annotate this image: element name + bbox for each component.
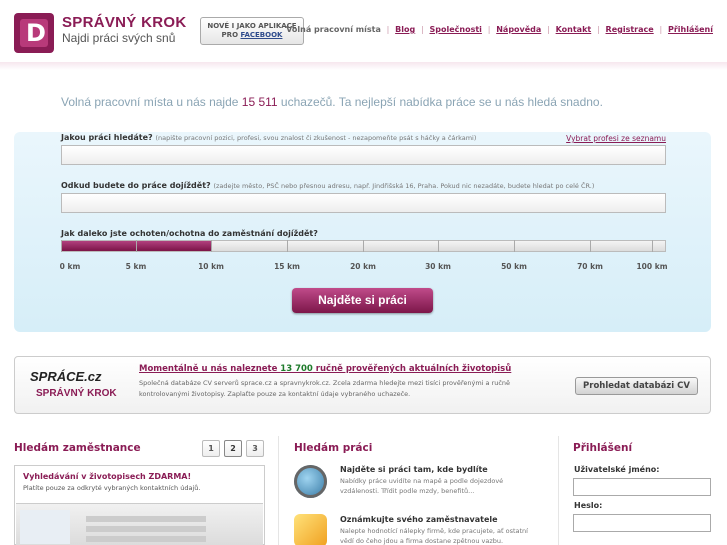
- page-button-1[interactable]: 1: [202, 440, 220, 457]
- distance-tick-label[interactable]: 30 km: [425, 262, 451, 271]
- distance-tick-mark: [287, 240, 288, 252]
- job-feature-text: Nabídky práce uvidíte na mapě a podle do…: [340, 477, 504, 495]
- distance-tick-mark: [590, 240, 591, 252]
- nav-item-blog[interactable]: Blog: [395, 25, 415, 34]
- nav-separator: |: [386, 25, 390, 34]
- distance-label: Jak daleko jste ochoten/ochotna do zaměs…: [61, 229, 318, 238]
- employer-promo-text: Platíte pouze za odkryté vybraných konta…: [23, 484, 201, 492]
- sprace-logo: SPRÁCE.cz: [30, 369, 102, 384]
- headline-text-end: uchazečů. Ta nejlepší nabídka práce se u…: [277, 95, 603, 109]
- nav-item-help[interactable]: Nápověda: [496, 25, 541, 34]
- search-cv-button[interactable]: Prohledat databázi CV: [575, 377, 698, 395]
- cv-description: Společná databáze CV serverů sprace.cz a…: [139, 379, 511, 398]
- job-input[interactable]: [61, 145, 666, 165]
- fb-badge-line2: PRO: [221, 31, 239, 39]
- cv-count: 13 700: [280, 364, 313, 374]
- password-label: Heslo:: [574, 501, 603, 510]
- job-hint: (napište pracovní pozici, profesi, svou …: [155, 134, 477, 142]
- page: D SPRÁVNÝ KROK Najdi práci svých snů NOV…: [0, 0, 727, 545]
- page-button-3[interactable]: 3: [246, 440, 264, 457]
- page-button-2[interactable]: 2: [224, 440, 242, 457]
- location-input[interactable]: [61, 193, 666, 213]
- distance-tick-mark: [136, 240, 137, 252]
- nav-item-vacancies[interactable]: Volná pracovní místa: [286, 25, 381, 34]
- nav-item-register[interactable]: Registrace: [606, 25, 654, 34]
- cv-preview-image: [16, 503, 263, 545]
- top-navigation: Volná pracovní místa | Blog | Společnost…: [286, 25, 713, 34]
- location-label-text: Odkud budete do práce dojíždět?: [61, 181, 211, 190]
- column-divider: [278, 436, 279, 545]
- distance-tick-mark: [211, 240, 212, 252]
- nav-separator: |: [421, 25, 424, 34]
- job-feature-title[interactable]: Oznámkujte svého zaměstnavatele: [340, 515, 498, 524]
- headline-text: Volná pracovní místa u nás najde: [61, 95, 242, 109]
- headline-count: 15 511: [241, 95, 278, 109]
- cv-title-text: Momentálně u nás naleznete: [139, 364, 281, 374]
- distance-tick-label[interactable]: 70 km: [577, 262, 603, 271]
- brand-tagline: Najdi práci svých snů: [62, 31, 176, 45]
- nav-separator: |: [597, 25, 600, 34]
- distance-tick-label[interactable]: 100 km: [636, 262, 667, 271]
- location-hint: (zadejte město, PSČ nebo přesnou adresu,…: [213, 182, 595, 190]
- distance-tick-label[interactable]: 15 km: [274, 262, 300, 271]
- username-input[interactable]: [573, 478, 711, 496]
- distance-tick-label[interactable]: 0 km: [60, 262, 81, 271]
- logo-icon[interactable]: D: [14, 13, 54, 53]
- job-feature-text: Nalepte hodnotící nálepky firmě, kde pra…: [340, 527, 528, 545]
- find-job-button[interactable]: Najděte si práci: [292, 288, 433, 313]
- distance-slider-fill: [62, 241, 212, 251]
- job-feature-title[interactable]: Najděte si práci tam, kde bydlíte: [340, 465, 488, 474]
- nav-separator: |: [547, 25, 550, 34]
- distance-tick-label[interactable]: 10 km: [198, 262, 224, 271]
- location-label: Odkud budete do práce dojíždět? (zadejte…: [61, 181, 594, 190]
- header-divider: [0, 62, 727, 70]
- jobs-title: Hledám práci: [294, 442, 373, 454]
- search-headline: Volná pracovní místa u nás najde 15 511 …: [61, 95, 603, 109]
- nav-separator: |: [487, 25, 491, 34]
- profession-list-link[interactable]: Vybrat profesi ze seznamu: [566, 134, 666, 143]
- nav-item-contact[interactable]: Kontakt: [556, 25, 592, 34]
- username-label: Uživatelské jméno:: [574, 465, 660, 474]
- spravny-krok-logo: SPRÁVNÝ KROK: [36, 388, 117, 399]
- cv-title-text-end: ručně prověřených aktuálních životopisů: [312, 364, 512, 374]
- cv-database-link[interactable]: Momentálně u nás naleznete 13 700 ručně …: [139, 364, 511, 374]
- distance-tick-label[interactable]: 20 km: [350, 262, 376, 271]
- fb-badge-line3: FACEBOOK: [240, 31, 283, 39]
- logo-letter: D: [26, 19, 46, 47]
- distance-tick-mark: [61, 240, 62, 252]
- distance-tick-label[interactable]: 5 km: [126, 262, 147, 271]
- password-input[interactable]: [573, 514, 711, 532]
- employer-promo-title[interactable]: Vyhledávání v životopisech ZDARMA!: [23, 472, 191, 481]
- job-label-text: Jakou práci hledáte?: [61, 133, 153, 142]
- employers-title: Hledám zaměstnance: [14, 442, 141, 454]
- brand-name[interactable]: SPRÁVNÝ KROK: [62, 14, 186, 31]
- distance-tick-mark: [652, 240, 653, 252]
- column-divider: [558, 436, 559, 545]
- rating-sticker-icon: [294, 514, 327, 545]
- login-title: Přihlášení: [573, 442, 633, 454]
- distance-tick-mark: [438, 240, 439, 252]
- distance-tick-label[interactable]: 50 km: [501, 262, 527, 271]
- distance-tick-mark: [514, 240, 515, 252]
- nav-item-login[interactable]: Přihlášení: [668, 25, 713, 34]
- magnifier-globe-icon: [294, 465, 327, 498]
- distance-tick-mark: [363, 240, 364, 252]
- nav-item-companies[interactable]: Společnosti: [430, 25, 482, 34]
- job-label: Jakou práci hledáte? (napište pracovní p…: [61, 133, 476, 142]
- nav-separator: |: [659, 25, 663, 34]
